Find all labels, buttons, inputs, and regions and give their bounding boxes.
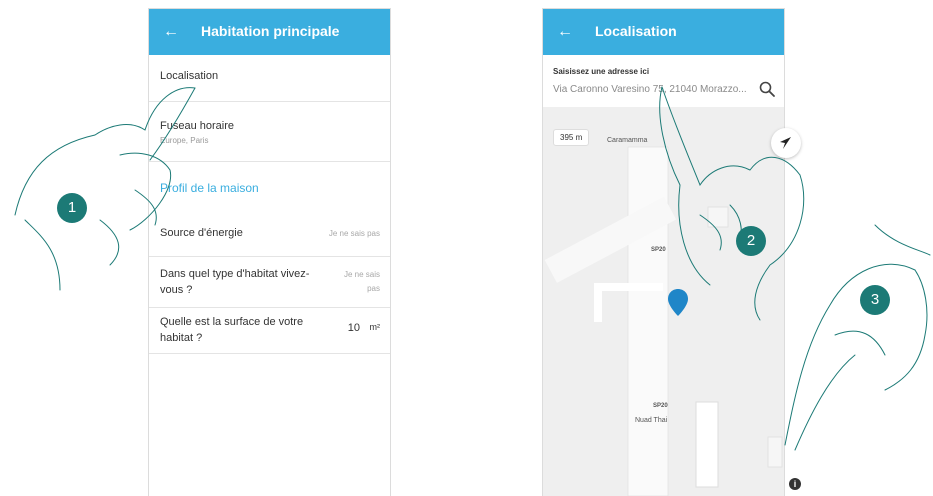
pointing-hand-icon	[784, 224, 931, 451]
step-badge-1: 1	[57, 193, 87, 223]
surface-label: Quelle est la surface de votre habitat ?	[160, 316, 304, 344]
app-bar: ← Localisation	[543, 9, 784, 55]
energy-value: Je ne sais pas	[328, 229, 380, 238]
back-arrow-icon[interactable]: ←	[163, 22, 179, 42]
habitat-type-value: Je ne sais pas	[343, 270, 380, 293]
map-scale: 395 m	[553, 129, 590, 146]
search-label: Saisissez une adresse ici	[553, 67, 650, 76]
surface-unit: m²	[369, 322, 381, 332]
surface-value[interactable]: 10	[348, 322, 360, 334]
info-icon[interactable]: i	[789, 478, 801, 490]
back-arrow-icon[interactable]: ←	[557, 22, 573, 42]
surface-row[interactable]: Quelle est la surface de votre habitat ?…	[149, 308, 390, 354]
step-badge-2: 2	[736, 226, 766, 256]
page-title: Localisation	[595, 23, 677, 39]
poi-nuad-thai[interactable]: Nuad Thai	[635, 417, 667, 424]
page-title: Habitation principale	[201, 23, 340, 39]
road-label: SP20	[653, 403, 668, 409]
pointing-hand-icon	[14, 87, 196, 291]
app-bar: ← Habitation principale	[149, 9, 390, 55]
step-badge-3: 3	[860, 285, 890, 315]
